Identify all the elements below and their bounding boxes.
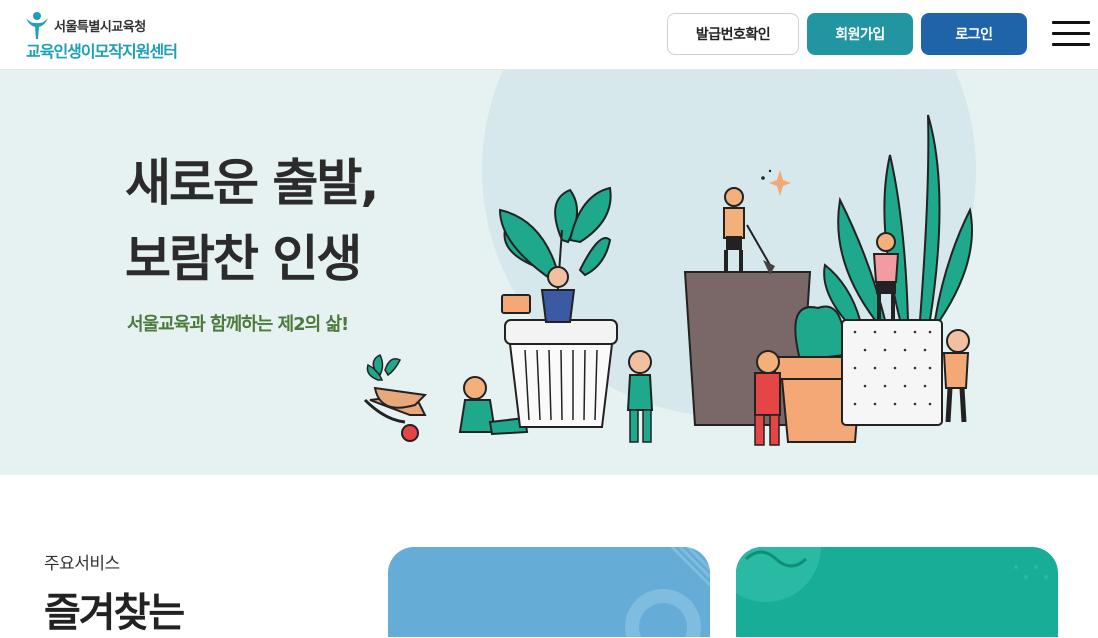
logo-center-name: 교육인생이모작지원센터 [26, 42, 178, 61]
standing-person-icon [626, 350, 654, 443]
card-decoration-icon [625, 547, 710, 637]
hero-subtitle: 서울교육과 함께하는 제2의 삶! [127, 314, 349, 335]
service-card-blue[interactable] [388, 547, 710, 637]
site-logo[interactable]: 서울특별시교육청 교육인생이모작지원센터 [24, 10, 194, 61]
gardening-people-illustration [363, 70, 976, 446]
service-card-green[interactable] [736, 547, 1058, 637]
login-button[interactable]: 로그인 [921, 13, 1027, 55]
logo-icon [26, 12, 48, 39]
logo-org-name: 서울특별시교육청 [54, 20, 146, 35]
card-decoration-icon [736, 547, 1048, 602]
wheelbarrow-icon [363, 353, 428, 442]
menu-icon[interactable] [1052, 19, 1090, 49]
services-heading: 즐겨찾는 [44, 590, 185, 636]
issue-number-check-button[interactable]: 발급번호확인 [667, 13, 799, 55]
hero-banner: 새로운 출발, 보람찬 인생 서울교육과 함께하는 제2의 삶! [0, 70, 1098, 475]
services-label: 주요서비스 [44, 554, 120, 574]
signup-button[interactable]: 회원가입 [807, 13, 913, 55]
site-header: 서울특별시교육청 교육인생이모작지원센터 발급번호확인 회원가입 로그인 [0, 0, 1098, 70]
